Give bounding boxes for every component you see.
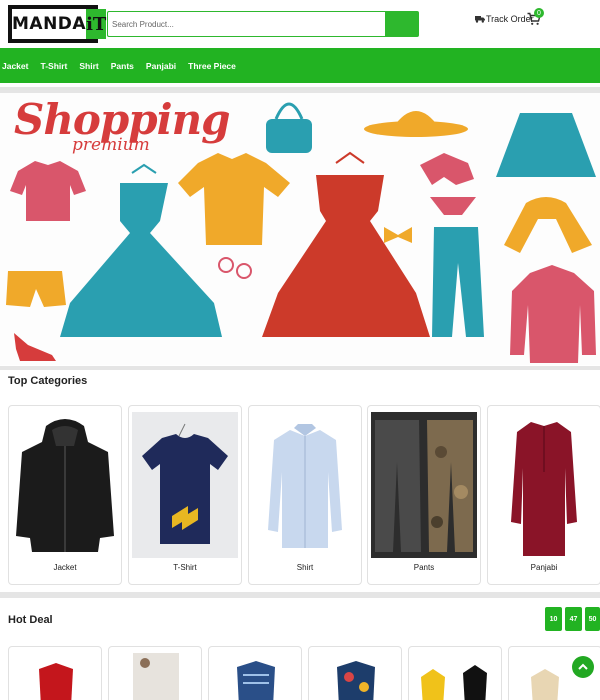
- chevron-up-icon: [578, 663, 588, 670]
- nav-item-shirt[interactable]: Shirt: [79, 61, 98, 71]
- panjabi-image: [491, 412, 597, 558]
- category-nav: Jacket T-Shirt Shirt Pants Panjabi Three…: [0, 48, 600, 83]
- category-card-tshirt[interactable]: T-Shirt: [128, 405, 242, 585]
- category-card-shirt[interactable]: Shirt: [248, 405, 362, 585]
- deal-card[interactable]: [208, 646, 302, 700]
- search-button[interactable]: [385, 11, 419, 37]
- category-label-panjabi: Panjabi: [530, 563, 558, 572]
- printed-shirt-image: [133, 653, 179, 700]
- clothing-illustration: [6, 102, 596, 363]
- cart-count-badge: 0: [534, 8, 544, 18]
- track-order-link[interactable]: Track Order: [475, 14, 534, 24]
- scroll-to-top-button[interactable]: [572, 656, 594, 678]
- hero-banner[interactable]: Shopping premium: [0, 93, 600, 365]
- tshirt-image: [132, 412, 238, 558]
- check-shirt-image: [237, 661, 275, 700]
- site-logo[interactable]: MANDA iT: [8, 5, 107, 43]
- shirt-image: [252, 412, 358, 558]
- nav-item-panjabi[interactable]: Panjabi: [146, 61, 176, 71]
- nav-item-jacket[interactable]: Jacket: [2, 61, 28, 71]
- pants-image: [371, 412, 477, 558]
- truck-icon: [475, 16, 485, 23]
- nav-item-three-piece[interactable]: Three Piece: [188, 61, 236, 71]
- hot-deal-title: Hot Deal: [8, 614, 53, 626]
- section-divider: [0, 366, 600, 370]
- timer-hours: 10: [545, 607, 562, 631]
- category-label-shirt: Shirt: [296, 563, 314, 572]
- category-label-tshirt: T-Shirt: [173, 563, 197, 572]
- deal-card[interactable]: [8, 646, 102, 700]
- section-divider: [0, 592, 600, 598]
- deal-card[interactable]: [108, 646, 202, 700]
- header: MANDA iT Track Order 0: [0, 0, 600, 48]
- red-shirt-image: [39, 663, 73, 700]
- category-card-pants[interactable]: Pants: [367, 405, 481, 585]
- category-card-jacket[interactable]: Jacket: [8, 405, 122, 585]
- category-card-panjabi[interactable]: Panjabi: [487, 405, 600, 585]
- search-input[interactable]: [107, 11, 385, 37]
- timer-seconds: 50: [585, 607, 600, 631]
- top-categories-title: Top Categories: [8, 375, 88, 387]
- floral-shirt-image: [337, 661, 375, 700]
- nav-item-pants[interactable]: Pants: [111, 61, 134, 71]
- logo-text: MANDA: [12, 9, 87, 39]
- jacket-image: [12, 412, 118, 558]
- category-label-jacket: Jacket: [53, 563, 77, 572]
- timer-minutes: 47: [565, 607, 582, 631]
- tshirt-set-image: [421, 665, 487, 700]
- deal-card[interactable]: [408, 646, 502, 700]
- deal-card[interactable]: [308, 646, 402, 700]
- category-label-pants: Pants: [413, 563, 435, 572]
- logo-accent-text: iT: [86, 9, 107, 39]
- nav-item-tshirt[interactable]: T-Shirt: [40, 61, 67, 71]
